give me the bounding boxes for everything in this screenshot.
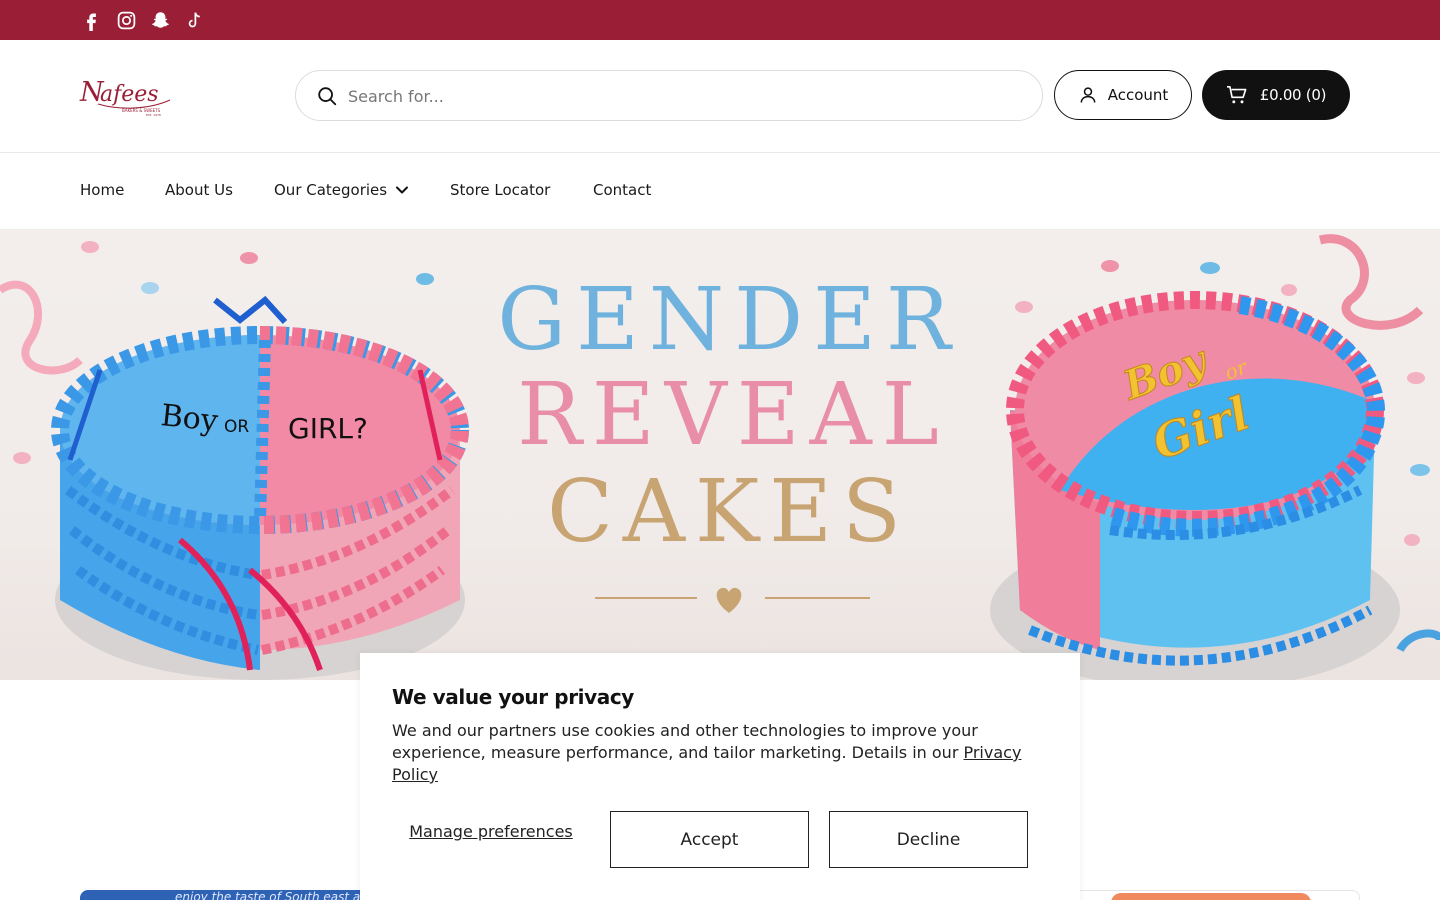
product-card-caption: enjoy the taste of South east asia [175,890,378,900]
nav-item-contact[interactable]: Contact [593,181,651,199]
account-label: Account [1107,86,1169,104]
nav-item-about[interactable]: About Us [165,181,233,199]
tiktok-icon[interactable] [183,9,205,31]
cart-button[interactable]: £0.00 (0) [1202,70,1350,120]
hero-title-line-2: REVEAL [517,365,949,465]
user-icon [1080,87,1096,103]
cookie-banner: We value your privacy We and our partner… [360,653,1080,900]
instagram-icon[interactable] [115,9,137,31]
cookie-body-text: We and our partners use cookies and othe… [392,721,978,762]
svg-text:EST. 1978: EST. 1978 [146,113,161,117]
cookie-title: We value your privacy [392,685,634,709]
nav-item-store-locator[interactable]: Store Locator [450,181,550,199]
decline-button[interactable]: Decline [829,811,1028,868]
nav-label: About Us [165,181,233,199]
cart-icon [1226,86,1247,104]
hero-title-line-1: GENDER [497,270,961,370]
hero-title-line-3: CAKES [547,462,911,562]
search-input[interactable] [348,79,1008,113]
nav-label: Home [80,181,125,199]
cookie-body: We and our partners use cookies and othe… [392,720,1032,786]
accept-button[interactable]: Accept [610,811,809,868]
product-card-left[interactable]: enjoy the taste of South east asia [80,890,380,900]
product-card-right[interactable] [1070,890,1360,900]
svg-text:afees: afees [100,82,159,107]
main-nav: Home About Us Our Categories Store Locat… [0,153,1440,230]
hero-banner[interactable]: Boy OR GIRL? Boy or Girl GENDER REVEAL C… [0,230,1440,680]
nav-label: Contact [593,181,652,199]
search-icon [318,87,337,106]
snapchat-icon[interactable] [149,9,171,31]
search-box[interactable] [295,70,1043,121]
nav-item-categories[interactable]: Our Categories [274,181,409,199]
nav-label: Store Locator [450,181,551,199]
nafees-logo[interactable]: N afees BAKERS & SWEETS EST. 1978 [78,74,178,118]
account-button[interactable]: Account [1054,70,1192,120]
social-bar [0,0,1440,40]
site-header: N afees BAKERS & SWEETS EST. 1978 Accoun… [0,40,1440,153]
cart-total: £0.00 (0) [1259,86,1327,104]
nav-item-home[interactable]: Home [80,181,124,199]
heart-icon [716,587,742,613]
manage-preferences-link[interactable]: Manage preferences [392,821,590,842]
chevron-down-icon [396,186,409,194]
facebook-icon[interactable] [80,9,102,31]
nav-label: Our Categories [274,181,388,199]
